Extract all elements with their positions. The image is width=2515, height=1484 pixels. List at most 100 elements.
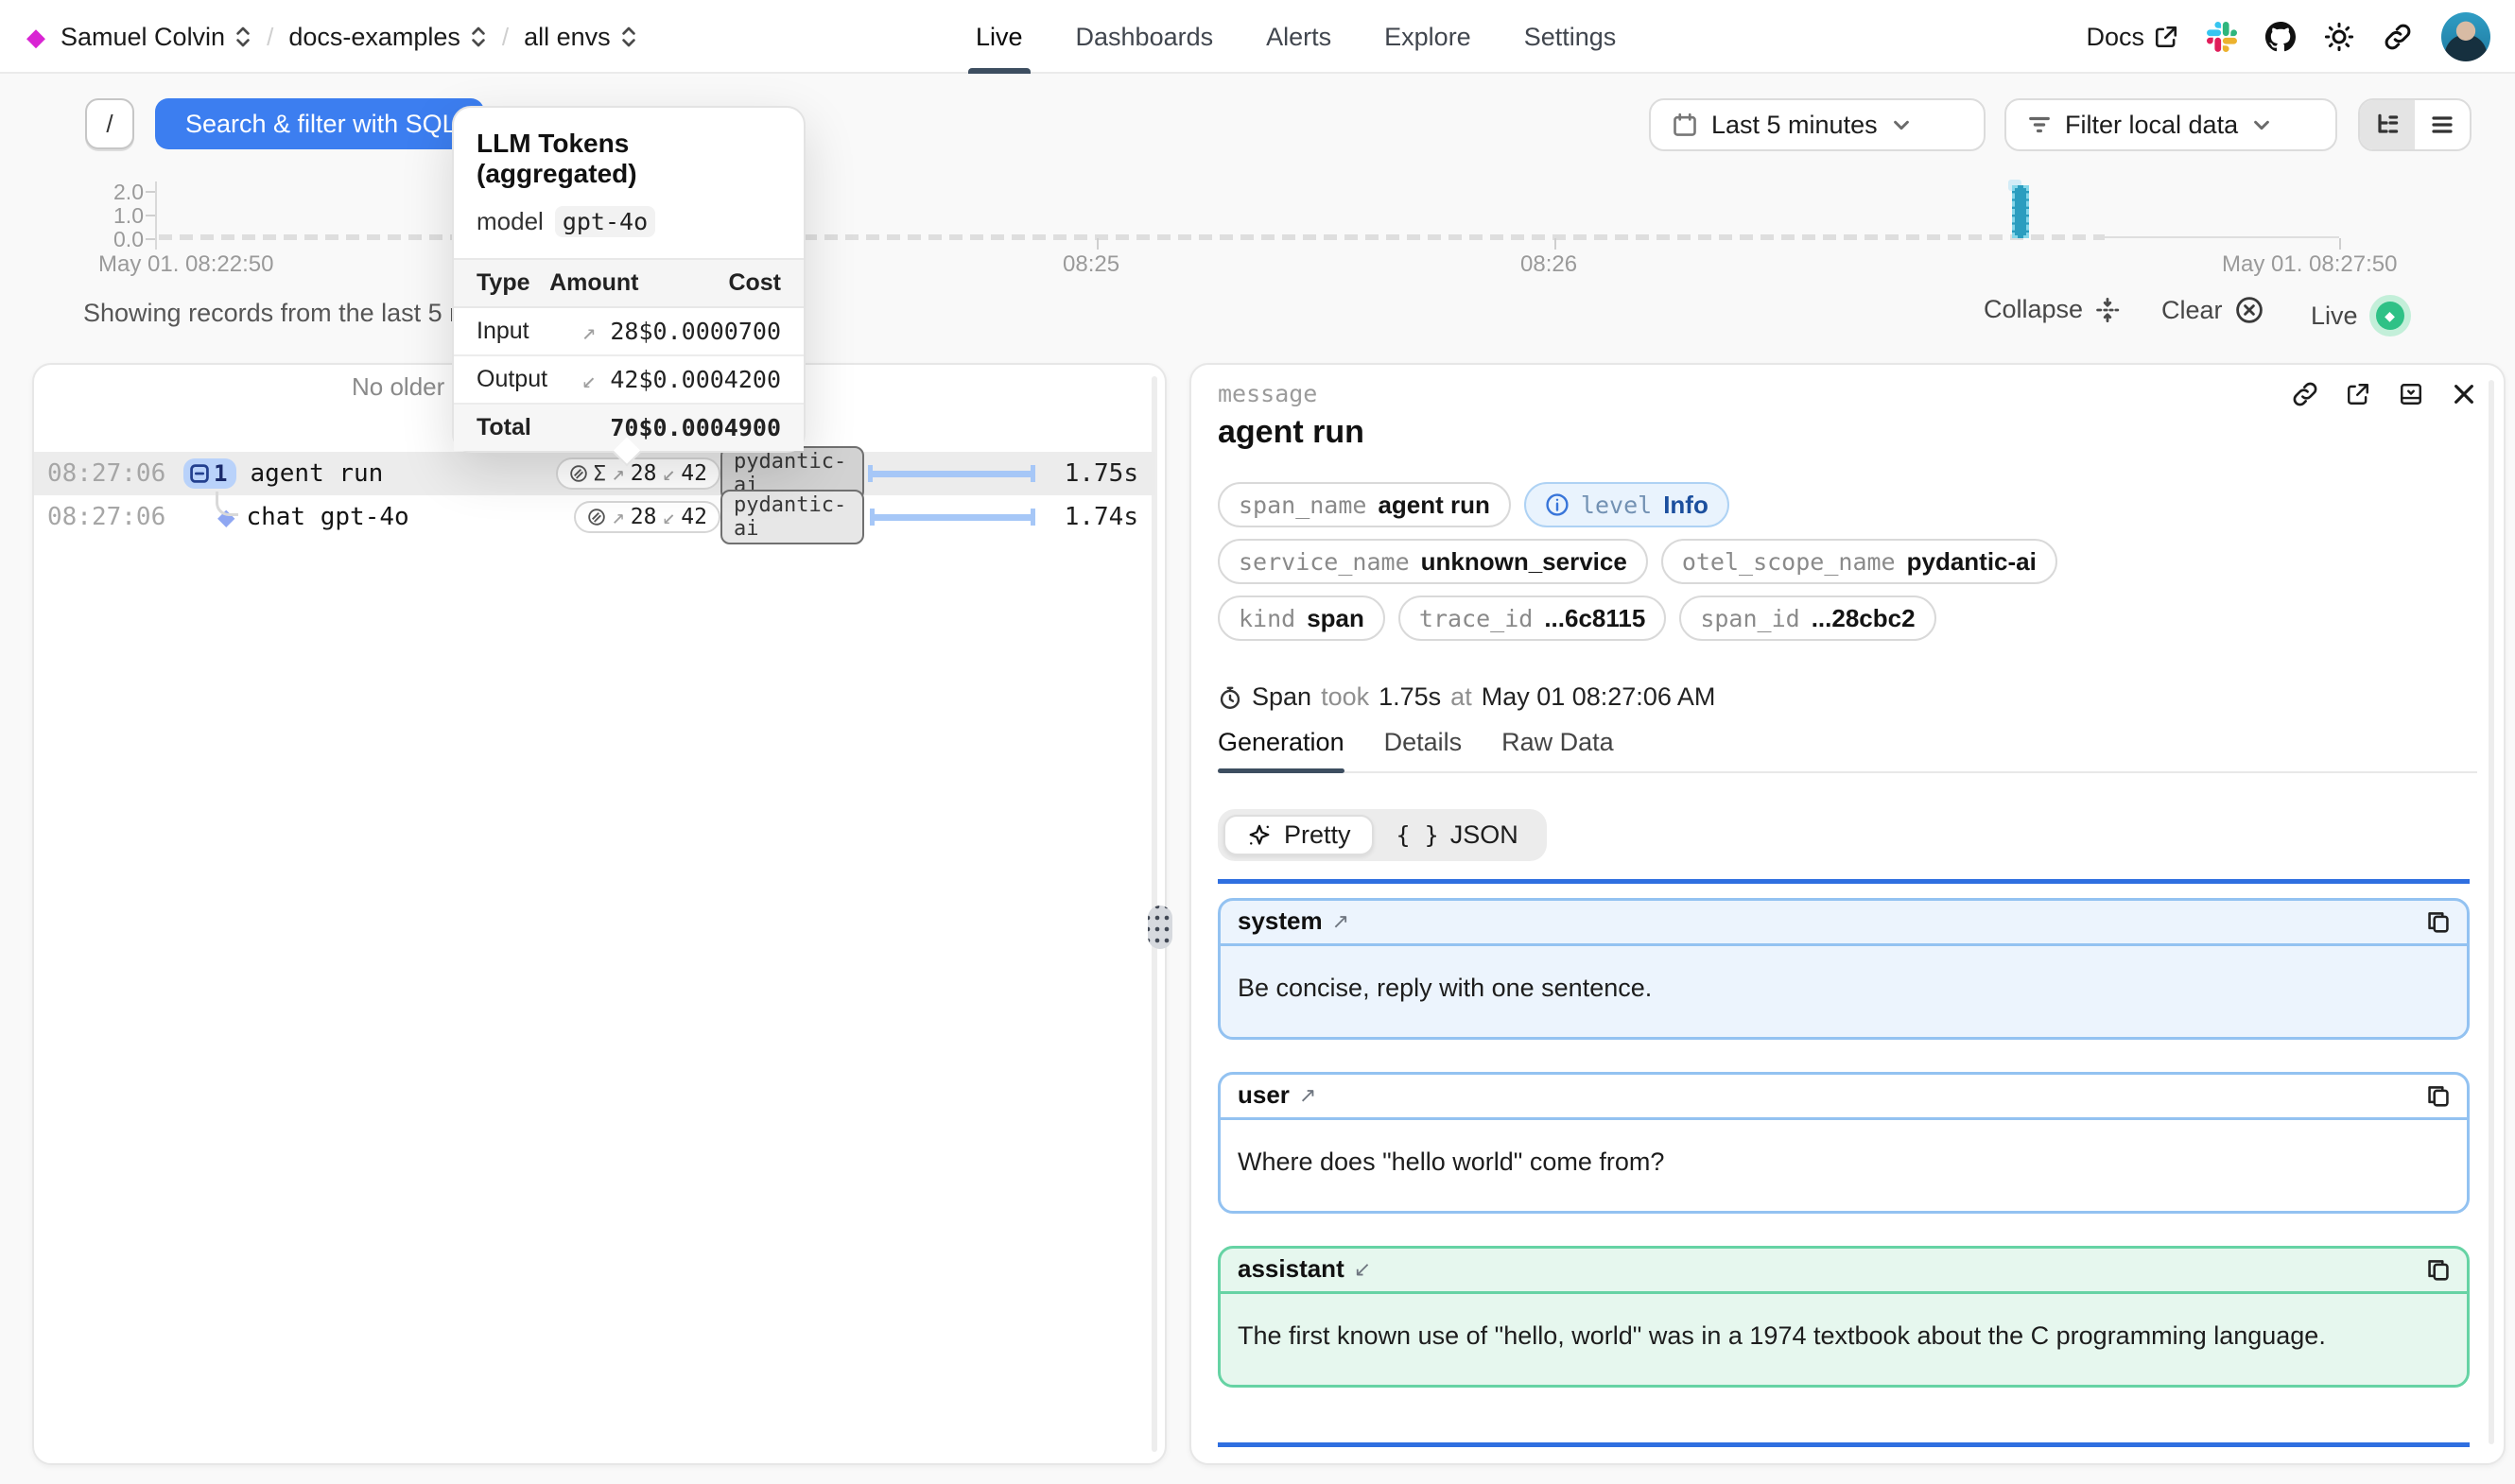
copy-link-icon[interactable] (2292, 381, 2318, 407)
copy-icon[interactable] (2427, 909, 2450, 934)
timeline-baseline (159, 234, 2105, 240)
x-tick-mark (1097, 238, 1099, 250)
nav-tabs: Live Dashboards Alerts Explore Settings (976, 0, 1616, 74)
env-name: all envs (524, 23, 611, 52)
org-selector[interactable]: Samuel Colvin (61, 23, 252, 52)
incoming-arrow-icon: ↙ (1354, 1257, 1371, 1282)
model-value: gpt-4o (555, 206, 655, 237)
span-attributes: span_name agent run level Info service_n… (1218, 482, 2057, 641)
tab-generation[interactable]: Generation (1218, 728, 1344, 771)
table-row-input: Input ↗ 28 $0.0000700 (454, 307, 804, 355)
detail-scrollbar[interactable] (2489, 380, 2494, 1444)
project-selector[interactable]: docs-examples (288, 23, 487, 52)
message-header: system ↗ (1221, 901, 2467, 946)
time-range-dropdown[interactable]: Last 5 minutes (1649, 98, 1986, 151)
info-icon (1545, 492, 1570, 517)
dock-panel-icon[interactable] (2398, 381, 2424, 407)
open-in-new-icon[interactable] (2345, 381, 2371, 407)
search-filter-sql-button[interactable]: Search & filter with SQL (155, 98, 484, 149)
attr-service-name[interactable]: service_name unknown_service (1218, 539, 1648, 584)
live-toggle[interactable]: Live ◆ (2311, 295, 2411, 336)
scope-tag[interactable]: pydantic-ai (720, 490, 864, 544)
logfire-live-view: ◆ Samuel Colvin / docs-examples / all en… (0, 0, 2515, 1484)
duration-bar (870, 514, 1034, 521)
collapse-children-badge[interactable]: 1 (183, 458, 236, 489)
span-title: agent run (1218, 414, 1364, 451)
x-tick-mark (1554, 238, 1556, 250)
live-indicator: ◆ (2369, 295, 2411, 336)
token-count-pill[interactable]: ↗28 ↙42 (574, 501, 720, 533)
share-link-icon[interactable] (2383, 22, 2413, 52)
project-name: docs-examples (288, 23, 460, 52)
token-cost-table: Type Amount Cost Input ↗ 28 $0.0000700 O… (454, 258, 804, 451)
breadcrumb: ◆ Samuel Colvin / docs-examples / all en… (26, 0, 637, 74)
github-icon[interactable] (2265, 22, 2296, 52)
sigma-aggregate-icon: Σ (594, 462, 606, 486)
output-arrow-icon: ↙ (662, 461, 675, 486)
attr-trace-id[interactable]: trace_id ...6c8115 (1398, 595, 1666, 641)
collapse-label: Collapse (1984, 295, 2083, 324)
timeline-record-bar[interactable] (2012, 185, 2029, 238)
duration-value: 1.74s (1053, 503, 1155, 531)
stopwatch-icon (1218, 685, 1242, 710)
docs-link[interactable]: Docs (2086, 23, 2178, 52)
copy-icon[interactable] (2427, 1083, 2450, 1108)
filter-local-data-dropdown[interactable]: Filter local data (2004, 98, 2337, 151)
env-selector[interactable]: all envs (524, 23, 637, 52)
trace-row-agent-run[interactable]: 08:27:06 1 agent run Σ ↗28 ↙42 pydantic-… (34, 452, 1155, 495)
format-toggle: Pretty { } JSON (1218, 809, 1547, 861)
tab-explore[interactable]: Explore (1384, 0, 1471, 74)
timeline-baseline-tail (2105, 236, 2339, 238)
input-arrow-icon: ↗ (612, 505, 625, 529)
attr-level[interactable]: level Info (1524, 482, 1729, 527)
collapse-icon (2094, 297, 2121, 323)
llm-tokens-tooltip: LLM Tokens (aggregated) model gpt-4o Typ… (452, 106, 806, 453)
y-tick-1: 1.0 (8, 203, 144, 229)
detail-tabs: Generation Details Raw Data (1218, 728, 2477, 773)
pretty-view-button[interactable]: Pretty (1223, 815, 1374, 855)
clear-button[interactable]: Clear (2161, 295, 2264, 325)
role-label: system (1238, 906, 1323, 936)
child-count: 1 (214, 460, 227, 487)
user-avatar[interactable] (2441, 12, 2490, 61)
tree-view-button[interactable] (2360, 100, 2415, 149)
copy-icon[interactable] (2427, 1257, 2450, 1282)
message-text: The first known use of "hello, world" wa… (1221, 1294, 2467, 1385)
tab-details[interactable]: Details (1384, 728, 1463, 771)
sparkle-icon (1246, 822, 1273, 849)
role-label: user (1238, 1080, 1290, 1110)
flat-list-view-button[interactable] (2415, 100, 2470, 149)
tab-dashboards[interactable]: Dashboards (1076, 0, 1214, 74)
attr-kind[interactable]: kind span (1218, 595, 1385, 641)
tab-live[interactable]: Live (976, 0, 1023, 74)
outgoing-arrow-icon: ↗ (1299, 1083, 1316, 1108)
tooltip-title: LLM Tokens (aggregated) (454, 108, 804, 189)
tab-settings[interactable]: Settings (1524, 0, 1617, 74)
json-view-button[interactable]: { } JSON (1374, 815, 1541, 855)
collapse-button[interactable]: Collapse (1984, 295, 2121, 324)
tooltip-model-line: model gpt-4o (454, 189, 804, 258)
tree-connector (216, 492, 238, 516)
attr-span-name[interactable]: span_name agent run (1218, 482, 1511, 527)
trace-row-chat-gpt4o[interactable]: 08:27:06 ◆ chat gpt-4o ↗28 ↙42 pydantic-… (34, 495, 1155, 539)
record-kind-label: message (1218, 380, 1317, 407)
tab-alerts[interactable]: Alerts (1266, 0, 1331, 74)
message-header: assistant ↙ (1221, 1249, 2467, 1294)
chevron-down-icon (1891, 114, 1912, 135)
slack-icon[interactable] (2207, 22, 2237, 52)
token-count-pill[interactable]: Σ ↗28 ↙42 (556, 457, 720, 490)
filter-label: Filter local data (2065, 111, 2238, 140)
attr-otel-scope-name[interactable]: otel_scope_name pydantic-ai (1661, 539, 2057, 584)
input-tokens: 28 (631, 461, 657, 486)
tab-raw-data[interactable]: Raw Data (1501, 728, 1614, 771)
attr-span-id[interactable]: span_id ...28cbc2 (1679, 595, 1935, 641)
scroll-bottom-rule (1218, 1442, 2470, 1447)
panel-resize-grip[interactable] (1148, 906, 1172, 949)
docs-label: Docs (2086, 23, 2144, 52)
theme-toggle-icon[interactable] (2324, 22, 2354, 52)
input-arrow-icon: ↗ (612, 461, 625, 486)
x-label-start: May 01. 08:22:50 (98, 251, 273, 278)
records-timeline-chart[interactable]: 2.0 1.0 0.0 May 01. 08:22:50 08:25 08:26… (0, 170, 2515, 284)
close-icon[interactable] (2451, 381, 2477, 407)
duration-bar-track (864, 495, 1053, 539)
